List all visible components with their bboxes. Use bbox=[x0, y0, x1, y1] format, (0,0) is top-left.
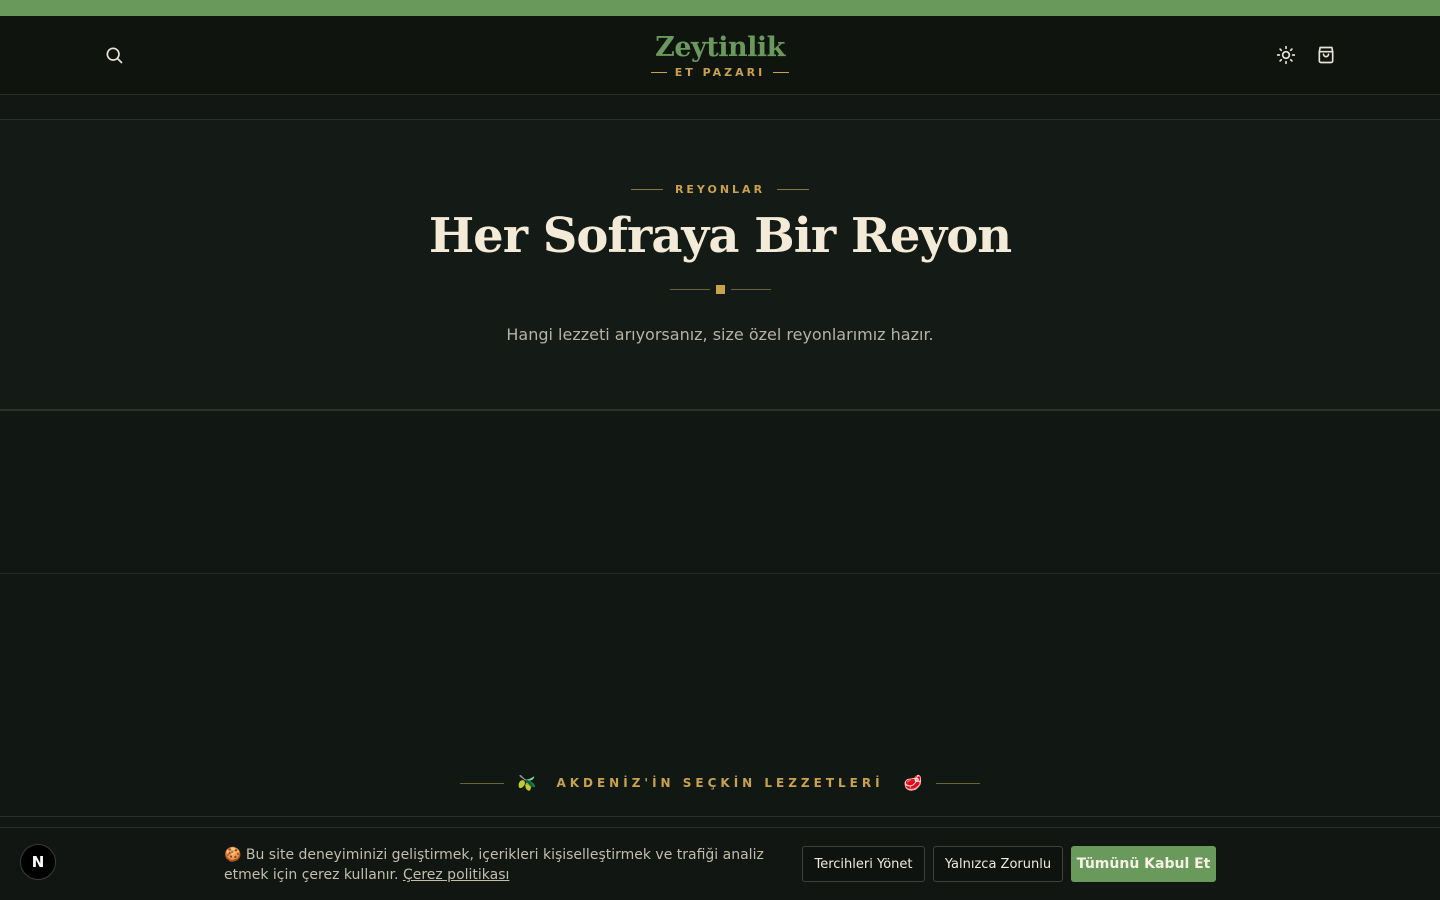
accept-all-button[interactable]: Tümünü Kabul Et bbox=[1071, 846, 1216, 882]
divider-line-left bbox=[669, 289, 710, 290]
theme-toggle-button[interactable] bbox=[1272, 41, 1300, 69]
nav-strip bbox=[0, 95, 1440, 120]
logo-name: Zeytinlik bbox=[655, 32, 785, 63]
tagline-text: AKDENİZ'İN SEÇKİN LEZZETLERİ bbox=[556, 776, 884, 790]
categories-band bbox=[0, 412, 1440, 574]
meat-icon: 🥩 bbox=[903, 774, 923, 792]
eyebrow-text: REYONLAR bbox=[674, 183, 766, 196]
logo-line-right bbox=[773, 72, 790, 73]
logo-line-left bbox=[650, 72, 667, 73]
tagline-line-left bbox=[459, 782, 504, 784]
hero-subtitle: Hangi lezzeti arıyorsanız, size özel rey… bbox=[506, 325, 934, 344]
eyebrow-line-right bbox=[777, 189, 810, 190]
title-divider bbox=[0, 285, 1440, 294]
logo[interactable]: Zeytinlik ET PAZARI bbox=[620, 30, 820, 79]
manage-preferences-button[interactable]: Tercihleri Yönet bbox=[802, 846, 925, 882]
cookie-message: 🍪 Bu site deneyiminizi geliştirmek, içer… bbox=[224, 845, 784, 885]
cookie-banner: 🍪 Bu site deneyiminizi geliştirmek, içer… bbox=[0, 827, 1440, 900]
site-header: Zeytinlik ET PAZARI bbox=[0, 16, 1440, 95]
tagline-line-right bbox=[936, 782, 981, 784]
hero-eyebrow: REYONLAR bbox=[0, 183, 1440, 196]
tagline: 🫒 AKDENİZ'İN SEÇKİN LEZZETLERİ 🥩 bbox=[0, 774, 1440, 792]
cart-button[interactable] bbox=[1312, 41, 1340, 69]
section-divider bbox=[0, 816, 1440, 817]
cookie-policy-link[interactable]: Çerez politikası bbox=[403, 867, 509, 883]
divider-square bbox=[715, 285, 725, 294]
eyebrow-line-left bbox=[630, 189, 663, 190]
logo-subtitle-text: ET PAZARI bbox=[674, 66, 766, 79]
shopping-bag-icon bbox=[1318, 46, 1334, 64]
page-title: Her Sofraya Bir Reyon bbox=[428, 208, 1012, 264]
olive-icon: 🫒 bbox=[517, 774, 537, 792]
sun-icon bbox=[1276, 45, 1296, 65]
search-button[interactable] bbox=[100, 41, 128, 69]
dev-badge-button[interactable]: N bbox=[20, 844, 56, 880]
essential-only-button[interactable]: Yalnızca Zorunlu bbox=[933, 846, 1063, 882]
search-icon bbox=[106, 47, 123, 64]
logo-subtitle: ET PAZARI bbox=[620, 66, 820, 79]
divider-line-right bbox=[730, 289, 771, 290]
featured-section: 🫒 AKDENİZ'İN SEÇKİN LEZZETLERİ 🥩 bbox=[0, 574, 1440, 827]
hero-section: REYONLAR Her Sofraya Bir Reyon Hangi lez… bbox=[0, 120, 1440, 411]
top-accent-bar bbox=[0, 0, 1440, 16]
